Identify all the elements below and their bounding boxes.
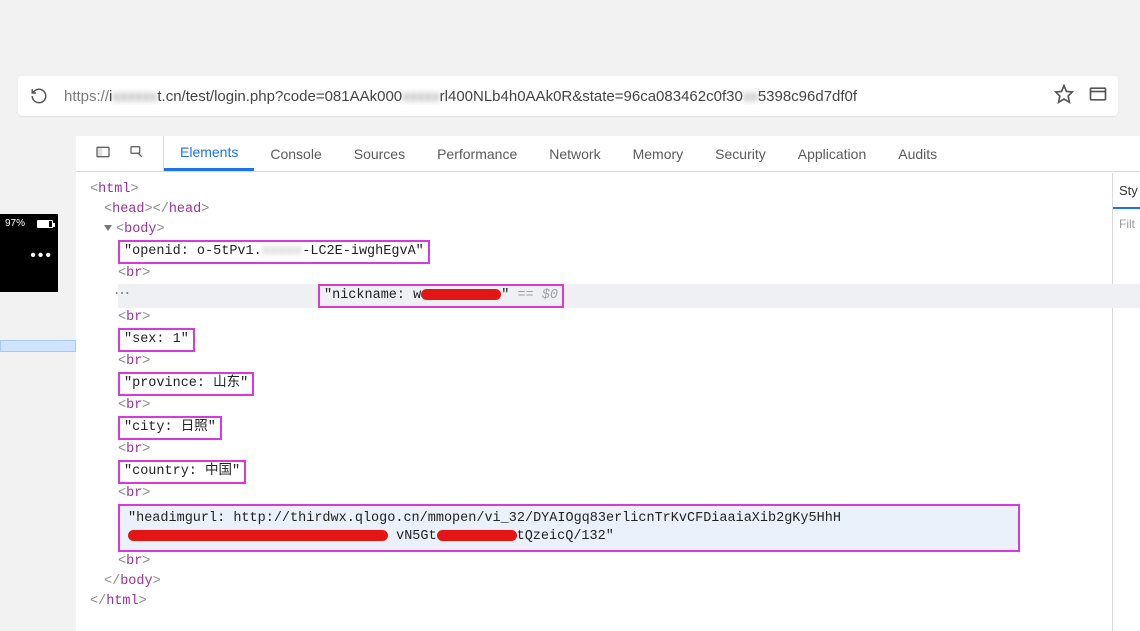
more-dots-icon: ••• <box>5 247 53 265</box>
side-column: 97% ••• <box>0 136 76 631</box>
br-node[interactable]: <br> <box>118 308 1106 328</box>
redacted-blob <box>437 530 517 541</box>
redacted-blob <box>421 289 501 300</box>
html-open[interactable]: <html> <box>90 180 1106 200</box>
inspect-element-icon[interactable] <box>129 144 145 163</box>
body-open[interactable]: <body> <box>104 220 1106 240</box>
tab-network[interactable]: Network <box>533 136 616 171</box>
br-node[interactable]: <br> <box>118 484 1106 504</box>
redacted-blob <box>128 530 388 541</box>
text-headimgurl[interactable]: "headimgurl: http://thirdwx.qlogo.cn/mmo… <box>118 504 1106 552</box>
text-country[interactable]: "country: 中国" <box>118 460 1106 484</box>
tab-application[interactable]: Application <box>782 136 883 171</box>
phone-preview-thumb[interactable]: 97% ••• <box>0 214 58 292</box>
text-province[interactable]: "province: 山东" <box>118 372 1106 396</box>
tab-audits[interactable]: Audits <box>882 136 953 171</box>
lower-area: 97% ••• <box>0 136 1140 631</box>
styles-filter[interactable]: Filt <box>1113 209 1140 231</box>
tab-sources[interactable]: Sources <box>338 136 421 171</box>
br-node[interactable]: <br> <box>118 396 1106 416</box>
html-close[interactable]: </html> <box>90 592 1106 612</box>
hub-icon[interactable] <box>1088 84 1108 109</box>
br-node[interactable]: <br> <box>118 440 1106 460</box>
styles-side-panel: Sty Filt <box>1112 173 1140 631</box>
br-node[interactable]: <br> <box>118 552 1106 572</box>
br-node[interactable]: <br> <box>118 264 1106 284</box>
styles-tab[interactable]: Sty <box>1113 173 1140 209</box>
devtools-panel: Elements Console Sources Performance Net… <box>76 136 1140 631</box>
battery-icon <box>37 220 53 228</box>
devtools-toolbar: Elements Console Sources Performance Net… <box>76 136 1140 172</box>
body-close[interactable]: </body> <box>104 572 1106 592</box>
tab-memory[interactable]: Memory <box>617 136 700 171</box>
secondary-preview-thumb[interactable] <box>0 340 76 352</box>
devtools-tabs: Elements Console Sources Performance Net… <box>164 136 953 171</box>
url-scheme: https:// <box>64 88 109 105</box>
reload-button[interactable] <box>28 85 50 107</box>
address-bar: https://ixxxxxxt.cn/test/login.php?code=… <box>18 76 1118 116</box>
text-nickname-selected[interactable]: ⋯ "nickname: w" == $0 <box>118 284 1140 308</box>
row-actions-icon[interactable]: ⋯ <box>114 284 131 304</box>
url-text[interactable]: https://ixxxxxxt.cn/test/login.php?code=… <box>64 88 1046 105</box>
text-sex[interactable]: "sex: 1" <box>118 328 1106 352</box>
tab-console[interactable]: Console <box>254 136 337 171</box>
selected-indicator: == $0 <box>517 288 558 303</box>
head-node[interactable]: <head></head> <box>104 200 1106 220</box>
caret-down-icon[interactable] <box>104 225 112 231</box>
battery-label: 97% <box>5 218 25 229</box>
tab-performance[interactable]: Performance <box>421 136 533 171</box>
tab-elements[interactable]: Elements <box>164 136 254 171</box>
text-city[interactable]: "city: 日照" <box>118 416 1106 440</box>
br-node[interactable]: <br> <box>118 352 1106 372</box>
text-openid[interactable]: "openid: o-5tPv1.xxxxx-LC2E-iwghEgvA" <box>118 240 1106 264</box>
tab-security[interactable]: Security <box>699 136 782 171</box>
dock-side-icon[interactable] <box>95 144 111 163</box>
dom-tree[interactable]: <html> <head></head> <body> "openid: o-5… <box>90 180 1106 612</box>
favorite-icon[interactable] <box>1054 84 1074 109</box>
